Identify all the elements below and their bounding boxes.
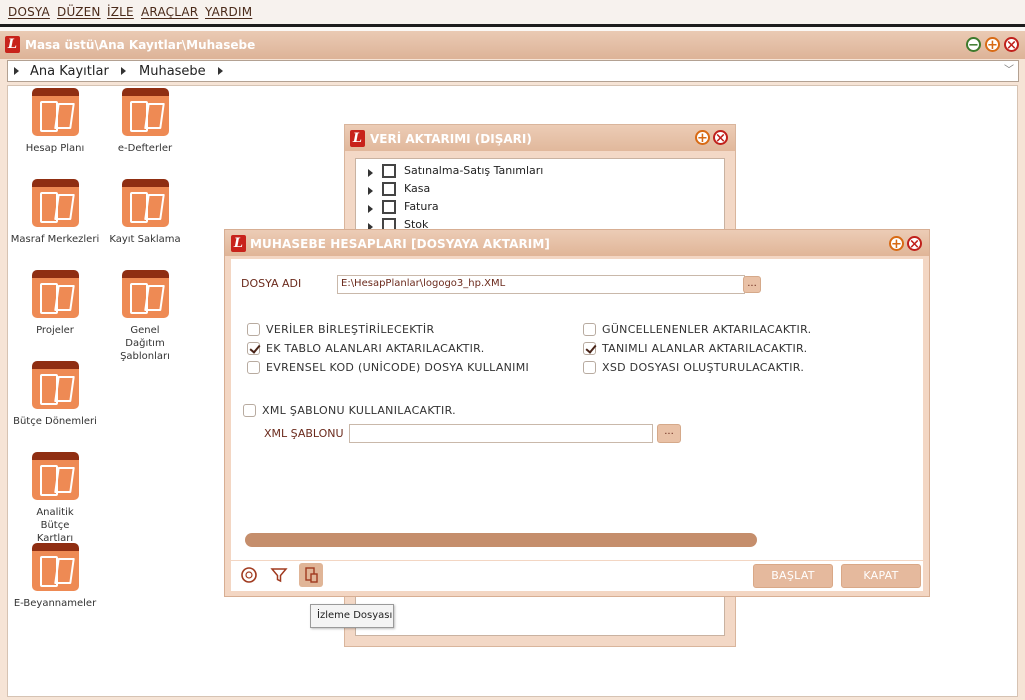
tooltip: İzleme Dosyası [310, 604, 394, 628]
checkbox[interactable] [583, 342, 596, 355]
ledger-icon [121, 270, 169, 318]
ledger-icon [31, 543, 79, 591]
ledger-icon [31, 361, 79, 409]
menu-duzen[interactable]: DÜZEN [57, 5, 101, 19]
icon-label: Masraf Merkezleri [10, 234, 100, 245]
checkbox[interactable] [243, 404, 256, 417]
option-label: TANIMLI ALANLAR AKTARILACAKTIR. [602, 342, 808, 355]
ledger-icon [121, 88, 169, 136]
maximize-icon[interactable]: + [695, 130, 710, 145]
file-name-input[interactable]: E:\HesapPlanlar\logogo3_hp.XML [337, 275, 745, 294]
maximize-icon[interactable]: + [889, 236, 904, 251]
ledger-icon [31, 270, 79, 318]
dialog-footer: BAŞLAT KAPAT [231, 561, 923, 591]
start-button[interactable]: BAŞLAT [753, 564, 833, 588]
breadcrumb-arrow-icon[interactable] [218, 67, 223, 75]
dialog-title: MUHASEBE HESAPLARI [DOSYAYA AKTARIM] [250, 237, 550, 251]
checkbox[interactable] [583, 323, 596, 336]
icon-label: Analitik Bütçe Kartları [36, 507, 74, 544]
logo-icon: L [231, 235, 246, 252]
option-label: XML ŞABLONU KULLANILACAKTIR. [262, 404, 456, 417]
icon-label: E-Beyannameler [13, 598, 97, 609]
tree-checkbox[interactable] [382, 182, 396, 196]
menu-bar: DOSYA DÜZEN İZLE ARAÇLAR YARDIM [0, 0, 1025, 27]
expand-arrow-icon[interactable] [368, 169, 373, 177]
desktop-icon-e-beyannameler[interactable]: E-Beyannameler [7, 543, 103, 610]
tree-checkbox[interactable] [382, 164, 396, 178]
menu-yardim[interactable]: YARDIM [205, 5, 252, 19]
breadcrumb-arrow-icon[interactable] [121, 67, 126, 75]
database-log-icon[interactable] [299, 563, 323, 587]
breadcrumb-arrow-icon[interactable] [14, 67, 19, 75]
dialog-titlebar[interactable]: L MUHASEBE HESAPLARI [DOSYAYA AKTARIM] +… [225, 230, 929, 256]
main-titlebar[interactable]: L Masa üstü\Ana Kayıtlar\Muhasebe − + × [0, 31, 1025, 59]
file-name-label: DOSYA ADI [241, 277, 302, 290]
ledger-icon [31, 88, 79, 136]
desktop-icon-kayit-saklama[interactable]: Kayıt Saklama [97, 179, 193, 246]
close-icon[interactable]: × [1004, 37, 1019, 52]
desktop-icon-analitik-butce-kartlari[interactable]: Analitik Bütçe Kartları [7, 452, 103, 545]
desktop-icon-masraf-merkezleri[interactable]: Masraf Merkezleri [7, 179, 103, 246]
icon-label: Bütçe Dönemleri [13, 416, 97, 427]
option-label: XSD DOSYASI OLUŞTURULACAKTIR. [602, 361, 805, 374]
checkbox[interactable] [247, 342, 260, 355]
xml-template-label: XML ŞABLONU [264, 427, 344, 440]
chevron-down-icon[interactable]: ﹀ [1001, 62, 1017, 80]
filter-icon[interactable] [269, 566, 289, 586]
ledger-icon [121, 179, 169, 227]
option-label: EK TABLO ALANLARI AKTARILACAKTIR. [266, 342, 485, 355]
minimize-icon[interactable]: − [966, 37, 981, 52]
veri-titlebar[interactable]: L VERİ AKTARIMI (DIŞARI) + × [345, 125, 735, 151]
main-window-title: Masa üstü\Ana Kayıtlar\Muhasebe [25, 38, 256, 52]
browse-file-button[interactable]: ... [743, 276, 761, 293]
ledger-icon [31, 452, 79, 500]
option-label: GÜNCELLENENLER AKTARILACAKTIR. [602, 323, 812, 336]
desktop-icon-hesap-plani[interactable]: Hesap Planı [7, 88, 103, 155]
menu-dosya[interactable]: DOSYA [8, 5, 50, 19]
logo-icon: L [350, 130, 365, 147]
tree-item-label: Fatura [404, 200, 439, 213]
checkbox[interactable] [247, 323, 260, 336]
progress-bar [245, 533, 757, 547]
icon-label: e-Defterler [117, 143, 173, 154]
close-icon[interactable]: × [907, 236, 922, 251]
muhasebe-export-dialog: L MUHASEBE HESAPLARI [DOSYAYA AKTARIM] +… [224, 229, 930, 597]
close-icon[interactable]: × [713, 130, 728, 145]
expand-arrow-icon[interactable] [368, 187, 373, 195]
icon-label: Genel Dağıtım Şablonları [120, 325, 170, 362]
option-label: VERİLER BİRLEŞTİRİLECEKTİR [266, 323, 435, 336]
checkbox[interactable] [247, 361, 260, 374]
ledger-icon [31, 179, 79, 227]
breadcrumb-ana-kayitlar[interactable]: Ana Kayıtlar [30, 64, 109, 79]
icon-label: Projeler [36, 325, 74, 336]
icon-label: Kayıt Saklama [109, 234, 181, 245]
maximize-icon[interactable]: + [985, 37, 1000, 52]
option-label: EVRENSEL KOD (UNİCODE) DOSYA KULLANIMI [266, 361, 530, 374]
menu-izle[interactable]: İZLE [107, 5, 134, 19]
tree-item-label: Kasa [404, 182, 431, 195]
tree-checkbox[interactable] [382, 200, 396, 214]
desktop-icon-e-defterler[interactable]: e-Defterler [97, 88, 193, 155]
checkbox[interactable] [583, 361, 596, 374]
logo-icon: L [5, 36, 20, 53]
browse-xml-template-button[interactable]: ... [657, 424, 681, 443]
desktop-icon-butce-donemleri[interactable]: Bütçe Dönemleri [7, 361, 103, 428]
desktop-icon-projeler[interactable]: Projeler [7, 270, 103, 337]
breadcrumb-muhasebe[interactable]: Muhasebe [139, 64, 206, 79]
menu-araclar[interactable]: ARAÇLAR [141, 5, 198, 19]
tree-item-label: Satınalma-Satış Tanımları [404, 164, 544, 177]
veri-window-title: VERİ AKTARIMI (DIŞARI) [370, 132, 532, 146]
close-button[interactable]: KAPAT [841, 564, 921, 588]
help-circle-icon[interactable] [239, 566, 259, 586]
icon-label: Hesap Planı [25, 143, 85, 154]
desktop-icon-genel-dagitim-sablonlari[interactable]: Genel Dağıtım Şablonları [97, 270, 193, 363]
breadcrumb: Ana Kayıtlar Muhasebe ﹀ [7, 60, 1019, 82]
expand-arrow-icon[interactable] [368, 205, 373, 213]
xml-template-input[interactable] [349, 424, 653, 443]
dialog-body: DOSYA ADI E:\HesapPlanlar\logogo3_hp.XML… [231, 259, 923, 560]
